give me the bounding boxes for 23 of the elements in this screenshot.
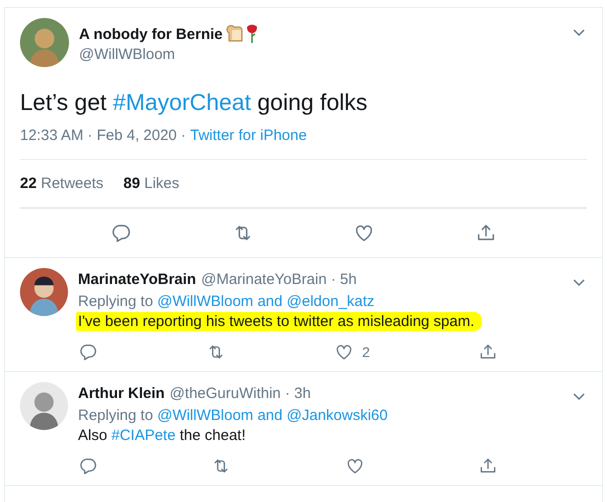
stat-count[interactable]: 89 Likes [123,175,180,192]
user-handle: @MarinateYoBrain · 5h [201,270,357,288]
user-handle: @WillWBloom [79,46,176,63]
display-name[interactable]: Arthur Klein [78,384,165,402]
tweet-timestamp[interactable]: 12:33 AM · Feb 4, 2020 · [20,127,190,144]
user-handle: @theGuruWithin · 3h [170,384,311,402]
stat-count[interactable]: 22 Retweets [20,175,104,192]
bread-icon [224,25,244,43]
replying-label: Replying to [78,293,154,310]
reply-icon[interactable] [78,456,98,476]
reply-icon[interactable] [110,222,132,244]
reply-text: I've been reporting his tweets to twitter as misleading spam. [76,312,482,331]
reply-icon[interactable] [78,342,98,362]
tweet-text: Let’s get #MayorCheat going folks [20,88,368,117]
display-name[interactable]: MarinateYoBrain [78,270,196,288]
reply-text: Also #CIAPete the cheat! [77,426,247,445]
rose-icon [244,24,259,44]
like-icon[interactable] [334,342,354,362]
like-count: 2 [362,344,370,360]
like-icon[interactable] [344,456,365,476]
avatar[interactable] [20,268,68,316]
display-name[interactable]: A nobody for Bernie [79,26,223,42]
replying-label: Replying to [78,407,154,424]
